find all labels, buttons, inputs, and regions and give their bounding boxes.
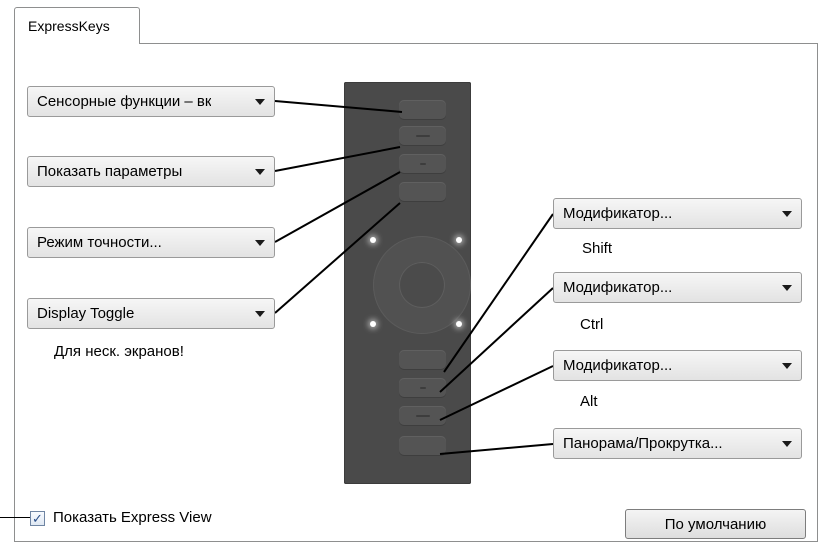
chevron-down-icon	[255, 240, 265, 246]
chevron-down-icon	[255, 311, 265, 317]
led-indicator	[456, 237, 462, 243]
modifier-key-label: Ctrl	[580, 316, 604, 333]
tablet-device-illustration	[344, 82, 471, 484]
show-express-view-label[interactable]: Показать Express View	[53, 509, 212, 526]
dropdown-label: Модификатор...	[563, 357, 673, 374]
restore-defaults-button[interactable]: По умолчанию	[625, 509, 806, 539]
callout-line	[0, 517, 30, 518]
dropdown-label: Сенсорные функции – вк	[37, 93, 212, 110]
chevron-down-icon	[782, 211, 792, 217]
checkmark-icon: ✓	[32, 511, 43, 526]
device-key-6	[399, 378, 446, 397]
device-key-8	[399, 436, 446, 455]
button-label: По умолчанию	[664, 515, 767, 533]
pan-scroll-dropdown[interactable]: Панорама/Прокрутка...	[553, 428, 802, 459]
modifier-shift-dropdown[interactable]: Модификатор...	[553, 198, 802, 229]
chevron-down-icon	[782, 285, 792, 291]
device-key-3	[399, 154, 446, 173]
device-key-1	[399, 100, 446, 119]
device-key-7	[399, 406, 446, 425]
led-indicator	[370, 321, 376, 327]
dropdown-label: Модификатор...	[563, 205, 673, 222]
tab-expresskeys[interactable]: ExpressKeys	[14, 7, 140, 44]
display-toggle-dropdown[interactable]: Display Toggle	[27, 298, 275, 329]
touch-functions-dropdown[interactable]: Сенсорные функции – вк	[27, 86, 275, 117]
dropdown-label: Показать параметры	[37, 163, 183, 180]
dropdown-label: Режим точности...	[37, 234, 162, 251]
show-express-view-checkbox[interactable]: ✓	[30, 511, 45, 526]
modifier-key-label: Shift	[582, 240, 613, 257]
modifier-ctrl-dropdown[interactable]: Модификатор...	[553, 272, 802, 303]
show-settings-dropdown[interactable]: Показать параметры	[27, 156, 275, 187]
device-key-2	[399, 126, 446, 145]
led-indicator	[370, 237, 376, 243]
chevron-down-icon	[782, 363, 792, 369]
device-key-5	[399, 350, 446, 369]
precision-mode-dropdown[interactable]: Режим точности...	[27, 227, 275, 258]
dropdown-label: Display Toggle	[37, 305, 135, 322]
led-indicator	[456, 321, 462, 327]
multi-screen-note: Для неск. экранов!	[54, 343, 184, 360]
touch-ring	[373, 236, 471, 334]
chevron-down-icon	[255, 99, 265, 105]
device-key-4	[399, 182, 446, 201]
modifier-key-label: Alt	[580, 393, 598, 410]
tab-label: ExpressKeys	[28, 18, 110, 34]
dropdown-label: Модификатор...	[563, 279, 673, 296]
dropdown-label: Панорама/Прокрутка...	[563, 435, 723, 452]
touch-ring-center	[399, 262, 445, 308]
chevron-down-icon	[782, 441, 792, 447]
chevron-down-icon	[255, 169, 265, 175]
modifier-alt-dropdown[interactable]: Модификатор...	[553, 350, 802, 381]
